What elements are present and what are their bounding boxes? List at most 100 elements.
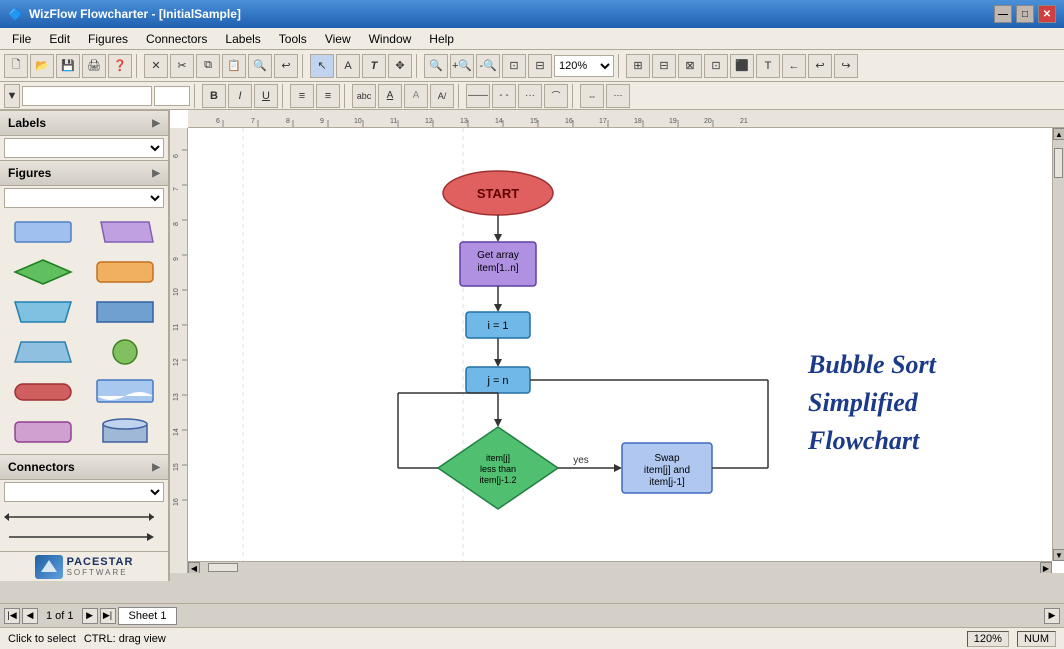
zoom-in-button[interactable]: 🔍: [424, 54, 448, 78]
shape-circle[interactable]: [86, 334, 164, 370]
spacing-button[interactable]: ⇔: [580, 84, 604, 108]
figures-dropdown[interactable]: [4, 188, 164, 208]
line-style-1[interactable]: ——: [466, 84, 490, 108]
vertical-scrollbar[interactable]: ▲ ▼: [1052, 128, 1064, 561]
bold-button[interactable]: B: [202, 84, 226, 108]
menu-window[interactable]: Window: [361, 30, 420, 48]
menu-labels[interactable]: Labels: [217, 30, 268, 48]
text-style-1[interactable]: A: [378, 84, 402, 108]
move-tool[interactable]: ✥: [388, 54, 412, 78]
scroll-right-button[interactable]: ▶: [1040, 562, 1052, 573]
align-button[interactable]: ⊟: [652, 54, 676, 78]
shape-diamond[interactable]: [4, 254, 82, 290]
shape-wavy[interactable]: [4, 414, 82, 450]
shape-pill[interactable]: [4, 374, 82, 410]
undo-button[interactable]: ↩: [274, 54, 298, 78]
shape-rounded-rect[interactable]: [86, 254, 164, 290]
color-button[interactable]: ⬛: [730, 54, 754, 78]
canvas-inner[interactable]: START Get array item[1..n] i = 1: [188, 128, 1052, 561]
shape-trapezoid-2[interactable]: [4, 334, 82, 370]
shape-cylinder[interactable]: [86, 414, 164, 450]
menu-connectors[interactable]: Connectors: [138, 30, 215, 48]
font-expand[interactable]: ▼: [4, 84, 20, 108]
line-style-3[interactable]: ···: [518, 84, 542, 108]
help-button[interactable]: ❓: [108, 54, 132, 78]
line-style-2[interactable]: - -: [492, 84, 516, 108]
menu-view[interactable]: View: [317, 30, 359, 48]
app-title: WizFlow Flowcharter - [InitialSample]: [29, 7, 241, 21]
shape-rectangle-2[interactable]: [86, 294, 164, 330]
page-next-button[interactable]: ▶: [82, 608, 98, 624]
menu-figures[interactable]: Figures: [80, 30, 136, 48]
font-name-input[interactable]: [22, 86, 152, 106]
zoom-out-button[interactable]: -🔍: [476, 54, 500, 78]
save-button[interactable]: 💾: [56, 54, 80, 78]
grid-button[interactable]: ⊞: [626, 54, 650, 78]
align-center-button[interactable]: ≡: [316, 84, 340, 108]
labels-dropdown[interactable]: [4, 138, 164, 158]
svg-text:14: 14: [173, 428, 180, 436]
figures-expand-icon[interactable]: ▶: [152, 168, 160, 179]
connectors-expand-icon[interactable]: ▶: [152, 462, 160, 473]
close-button[interactable]: ✕: [1038, 5, 1056, 23]
arrow-left-button[interactable]: ←: [782, 54, 806, 78]
zoom-actual-button[interactable]: ⊟: [528, 54, 552, 78]
connector-arrow-right[interactable]: [4, 528, 164, 546]
text-style-2[interactable]: A: [404, 84, 428, 108]
shape-parallelogram[interactable]: [86, 214, 164, 250]
cut-button[interactable]: ✂: [170, 54, 194, 78]
canvas-area[interactable]: 6 7 8 9 10 11 12 13 14 15 16 17 18 19 20…: [170, 110, 1064, 573]
open-button[interactable]: 📂: [30, 54, 54, 78]
page-first-button[interactable]: |◀: [4, 608, 20, 624]
more-button[interactable]: ⋯: [606, 84, 630, 108]
italic-button[interactable]: I: [228, 84, 252, 108]
text-tool-a[interactable]: A: [336, 54, 360, 78]
scroll-up-button[interactable]: ▲: [1053, 128, 1064, 140]
delete-button[interactable]: ✕: [144, 54, 168, 78]
print-button[interactable]: 🖨: [82, 54, 106, 78]
menu-help[interactable]: Help: [421, 30, 462, 48]
labels-section-header[interactable]: Labels ▶: [0, 110, 168, 136]
new-button[interactable]: 🗋: [4, 54, 28, 78]
sheet-tab[interactable]: Sheet 1: [118, 607, 178, 625]
shape-rectangle[interactable]: [4, 214, 82, 250]
paste-button[interactable]: 📋: [222, 54, 246, 78]
scroll-down-button[interactable]: ▼: [1053, 549, 1064, 561]
connector-style[interactable]: ⌒: [544, 84, 568, 108]
page-prev-button[interactable]: ◀: [22, 608, 38, 624]
align-left-button[interactable]: ≡: [290, 84, 314, 108]
shape-trapezoid[interactable]: [4, 294, 82, 330]
font-color-button[interactable]: abc: [352, 84, 376, 108]
page-end-button[interactable]: ▶: [1044, 608, 1060, 624]
figures-section-header[interactable]: Figures ▶: [0, 160, 168, 186]
zoom-out-btn2[interactable]: +🔍: [450, 54, 474, 78]
text-label-button[interactable]: T: [756, 54, 780, 78]
text-tool-t[interactable]: T: [362, 54, 386, 78]
page-last-button[interactable]: ▶|: [100, 608, 116, 624]
undo2-button[interactable]: ↩: [808, 54, 832, 78]
minimize-button[interactable]: —: [994, 5, 1012, 23]
labels-expand-icon[interactable]: ▶: [152, 118, 160, 129]
style-button[interactable]: ⊡: [704, 54, 728, 78]
layout-button[interactable]: ⊠: [678, 54, 702, 78]
connector-arrow-both[interactable]: [4, 508, 164, 526]
find-button[interactable]: 🔍: [248, 54, 272, 78]
redo-button[interactable]: ↪: [834, 54, 858, 78]
copy-button[interactable]: ⧉: [196, 54, 220, 78]
menu-edit[interactable]: Edit: [41, 30, 78, 48]
shape-document[interactable]: [86, 374, 164, 410]
text-style-3[interactable]: A/: [430, 84, 454, 108]
select-tool[interactable]: ↖: [310, 54, 334, 78]
connectors-section-header[interactable]: Connectors ▶: [0, 454, 168, 480]
menu-file[interactable]: File: [4, 30, 39, 48]
underline-button[interactable]: U: [254, 84, 278, 108]
connectors-dropdown[interactable]: [4, 482, 164, 502]
maximize-button[interactable]: □: [1016, 5, 1034, 23]
scroll-left-button[interactable]: ◀: [188, 562, 200, 573]
horizontal-scrollbar[interactable]: ◀ ▶: [188, 561, 1052, 573]
zoom-select[interactable]: 120% 50% 75% 100% 150% 200%: [554, 55, 614, 77]
menu-tools[interactable]: Tools: [271, 30, 315, 48]
font-size-input[interactable]: [154, 86, 190, 106]
zoom-fit-button[interactable]: ⊡: [502, 54, 526, 78]
title-bar-controls[interactable]: — □ ✕: [994, 5, 1056, 23]
